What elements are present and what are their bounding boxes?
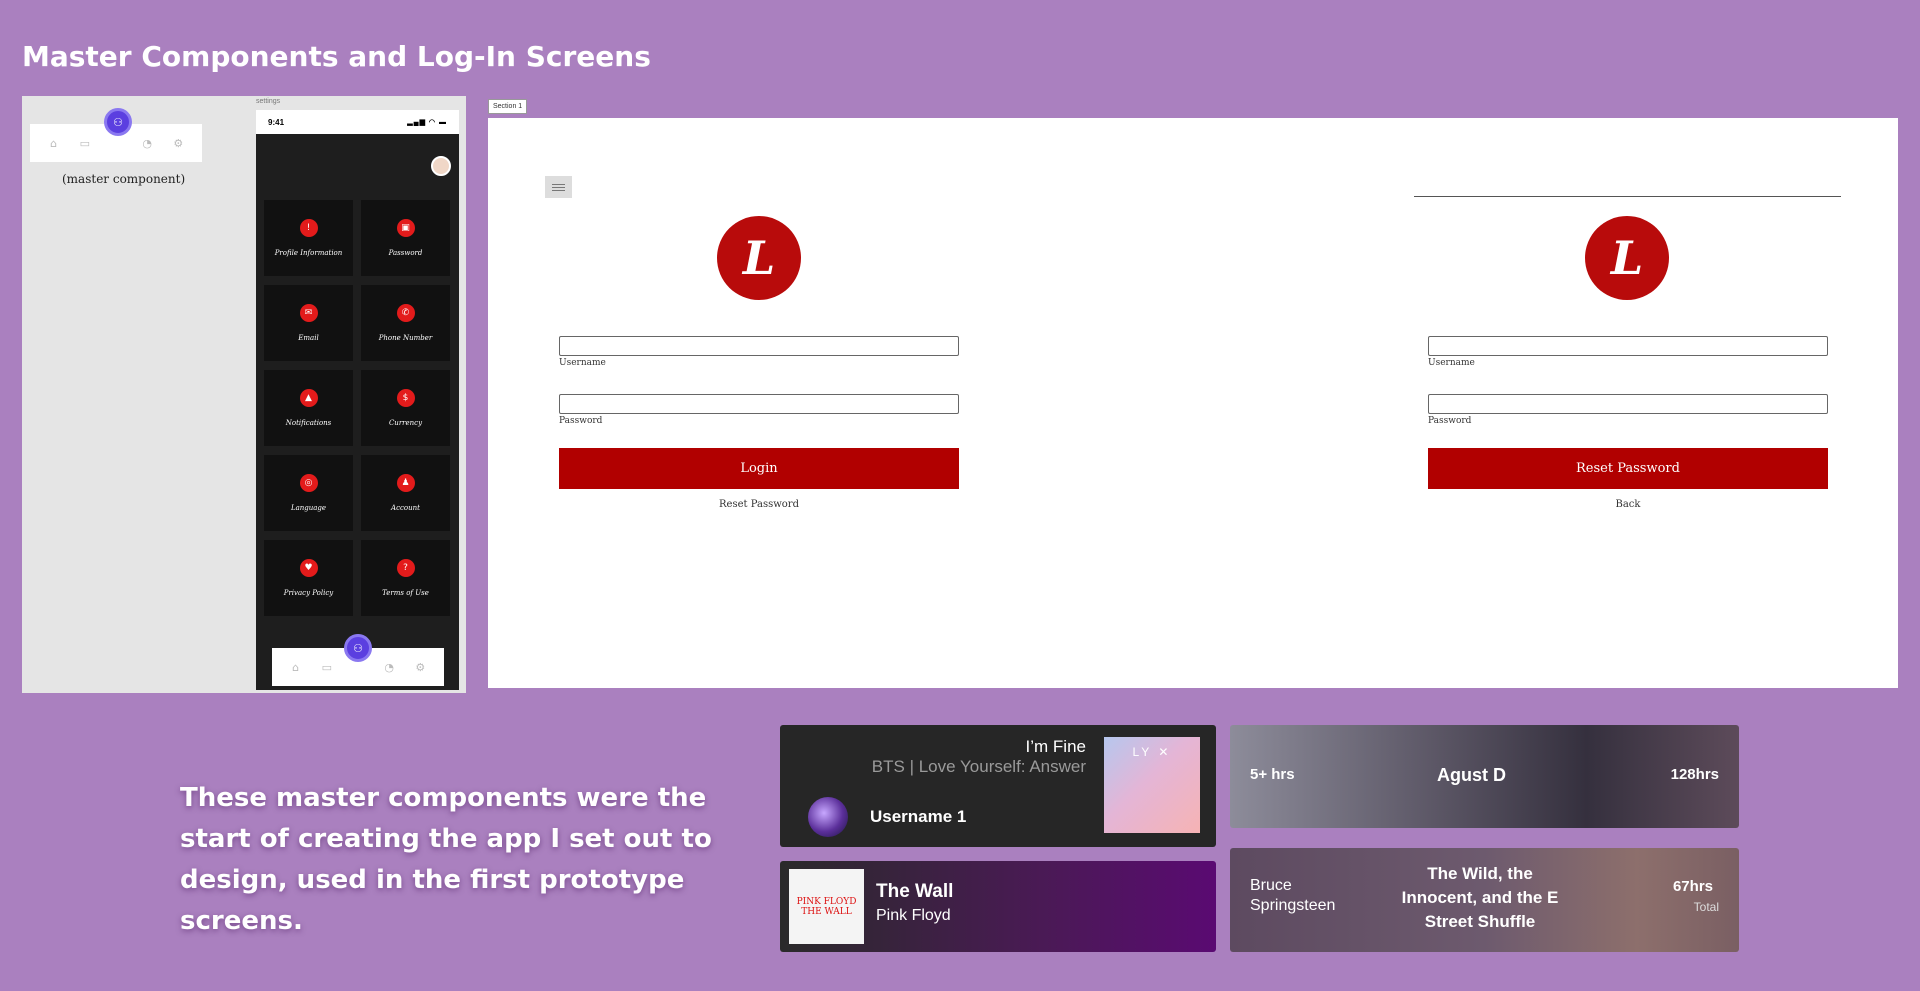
frame-label: settings <box>256 98 281 105</box>
password-field[interactable] <box>1428 394 1828 414</box>
album-card[interactable]: PINK FLOYD THE WALL The Wall Pink Floyd <box>780 861 1216 952</box>
album-stat-card[interactable]: Bruce Springsteen The Wild, the Innocent… <box>1230 848 1739 952</box>
settings-tile-password[interactable]: ▣ Password <box>361 200 450 276</box>
pie-chart-icon[interactable]: ◔ <box>139 137 155 150</box>
total-hours: 128hrs <box>1670 766 1719 783</box>
home-icon[interactable]: ⌂ <box>288 661 304 674</box>
settings-phone: 9:41 ▂▄▆ ◠ ▬ ! Profile Information ▣ Pas… <box>256 110 459 690</box>
page-title: Master Components and Log-In Screens <box>22 40 651 73</box>
status-icons: ▂▄▆ ◠ ▬ <box>407 119 447 126</box>
password-field[interactable] <box>559 394 959 414</box>
question-icon: ? <box>396 559 415 577</box>
lock-icon: ▣ <box>396 219 415 237</box>
tile-label: Password <box>388 249 423 257</box>
settings-tile-phone[interactable]: ✆ Phone Number <box>361 285 450 361</box>
total-label: Total <box>1693 900 1719 914</box>
reset-password-button[interactable]: Reset Password <box>1428 448 1828 489</box>
username: Username 1 <box>870 807 967 826</box>
song-title: I’m Fine <box>1025 737 1086 756</box>
divider <box>1414 196 1841 197</box>
wallet-icon[interactable]: ▭ <box>319 661 335 674</box>
tile-label: Phone Number <box>378 334 433 342</box>
tile-label: Profile Information <box>274 249 343 257</box>
username-field[interactable] <box>1428 336 1828 356</box>
tile-label: Privacy Policy <box>283 589 334 597</box>
section-tag: Section 1 <box>488 99 528 114</box>
album-title: The Wild, the Innocent, and the E Street… <box>1401 864 1559 931</box>
info-icon: ! <box>299 219 318 237</box>
settings-grid: ! Profile Information ▣ Password ✉ Email… <box>264 200 451 616</box>
back-link[interactable]: Back <box>1428 499 1828 510</box>
gear-icon[interactable]: ⚙ <box>412 661 428 674</box>
tile-label: Notifications <box>285 419 332 427</box>
avatar <box>808 797 848 837</box>
bell-icon: ▲ <box>299 389 318 407</box>
status-bar: 9:41 ▂▄▆ ◠ ▬ <box>256 110 459 134</box>
settings-tile-notifications[interactable]: ▲ Notifications <box>264 370 353 446</box>
tile-label: Currency <box>388 419 423 427</box>
listening-time: 5+ hrs <box>1250 766 1295 783</box>
settings-tile-account[interactable]: ♟ Account <box>361 455 450 531</box>
artist-name: Bruce Springsteen <box>1250 877 1336 914</box>
status-time: 9:41 <box>268 117 285 127</box>
reset-password-form: Username Password Reset Password Back <box>1428 336 1828 510</box>
album-cover-text: LY ✕ <box>1132 745 1172 759</box>
username-label: Username <box>559 358 606 368</box>
total-hours: 67hrs <box>1672 878 1713 895</box>
settings-tile-privacy[interactable]: ♥ Privacy Policy <box>264 540 353 616</box>
gear-icon[interactable]: ⚙ <box>170 137 186 150</box>
settings-tile-terms[interactable]: ? Terms of Use <box>361 540 450 616</box>
bottom-nav-bar: ⌂ ▭ • ◔ ⚙ ⚇ <box>272 634 444 686</box>
home-icon[interactable]: ⌂ <box>46 137 62 150</box>
settings-tile-currency[interactable]: $ Currency <box>361 370 450 446</box>
login-section: L Username Password Login Reset Password… <box>488 118 1898 688</box>
tile-label: Account <box>391 504 420 512</box>
robot-icon[interactable]: ⚇ <box>344 634 372 662</box>
wallet-icon[interactable]: ▭ <box>77 137 93 150</box>
album-cover: PINK FLOYD THE WALL <box>789 869 864 944</box>
hamburger-menu-icon[interactable] <box>545 176 572 198</box>
tile-label: Terms of Use <box>382 589 429 597</box>
settings-tile-profile[interactable]: ! Profile Information <box>264 200 353 276</box>
robot-icon[interactable]: ⚇ <box>104 108 132 136</box>
username-label: Username <box>1428 358 1475 368</box>
avatar[interactable] <box>431 156 451 176</box>
artist-name: Agust D <box>1437 765 1506 785</box>
master-component-caption: (master component) <box>62 172 186 186</box>
settings-tile-email[interactable]: ✉ Email <box>264 285 353 361</box>
login-button[interactable]: Login <box>559 448 959 489</box>
user-icon: ♟ <box>396 474 415 492</box>
password-label: Password <box>559 416 603 426</box>
dollar-icon: $ <box>396 389 415 407</box>
username-field[interactable] <box>559 336 959 356</box>
pie-chart-icon[interactable]: ◔ <box>381 661 397 674</box>
globe-icon: ◎ <box>299 474 318 492</box>
song-artist: BTS | Love Yourself: Answer <box>871 757 1086 776</box>
logo: L <box>717 216 801 300</box>
now-playing-card[interactable]: I’m Fine BTS | Love Yourself: Answer LY … <box>780 725 1216 847</box>
logo: L <box>1585 216 1669 300</box>
phone-icon: ✆ <box>396 304 415 322</box>
album-cover: LY ✕ <box>1104 737 1200 833</box>
shield-icon: ♥ <box>299 559 318 577</box>
album-artist: Pink Floyd <box>876 907 951 924</box>
tile-label: Language <box>290 504 327 512</box>
login-form: Username Password Login Reset Password <box>559 336 959 510</box>
mail-icon: ✉ <box>299 304 318 322</box>
artist-stat-card[interactable]: 5+ hrs Agust D 128hrs <box>1230 725 1739 828</box>
settings-tile-language[interactable]: ◎ Language <box>264 455 353 531</box>
password-label: Password <box>1428 416 1472 426</box>
tile-label: Email <box>298 334 319 342</box>
reset-password-link[interactable]: Reset Password <box>559 499 959 510</box>
album-title: The Wall <box>876 881 954 902</box>
description-text: These master components were the start o… <box>180 783 712 936</box>
